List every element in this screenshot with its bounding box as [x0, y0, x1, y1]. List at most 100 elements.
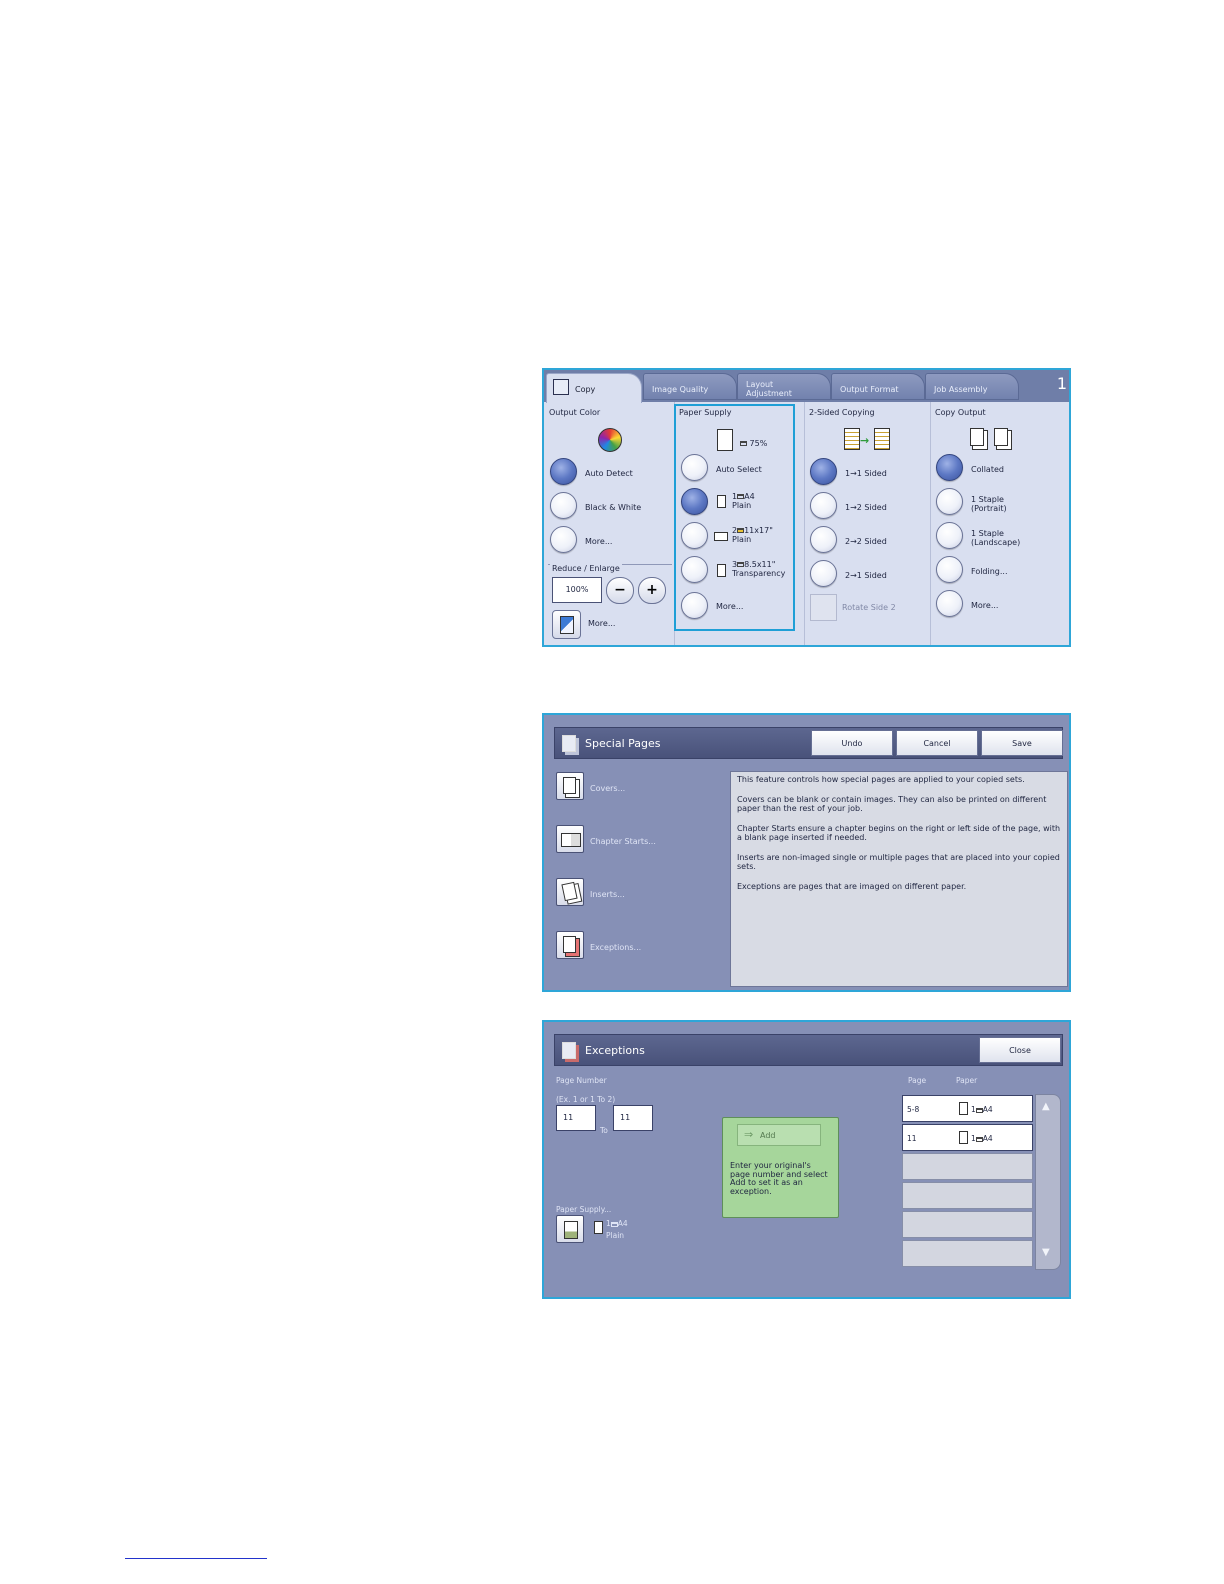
info-paragraph: Chapter Starts ensure a chapter begins o… [737, 823, 1061, 843]
staple-landscape-radio[interactable] [936, 522, 963, 549]
copy-icon [553, 379, 569, 395]
scroll-down-icon[interactable]: ▼ [1042, 1247, 1050, 1258]
enlarge-button[interactable]: + [638, 577, 666, 604]
folding-radio[interactable] [936, 556, 963, 583]
output-color-heading: Output Color [549, 408, 601, 417]
output-more-label: More... [971, 601, 999, 610]
copy-screen: Copy Image Quality Layout Adjustment Out… [542, 368, 1071, 647]
output-more-radio[interactable] [936, 590, 963, 617]
table-row [902, 1182, 1033, 1209]
collate-icon [994, 428, 1008, 446]
tab-number: 1 [1056, 374, 1067, 393]
exceptions-icon [563, 936, 576, 953]
info-paragraph: Exceptions are pages that are imaged on … [737, 881, 967, 891]
resize-icon [560, 616, 574, 634]
from-page-field[interactable]: 11 [556, 1105, 596, 1131]
info-panel: This feature controls how special pages … [730, 771, 1068, 987]
exceptions-button[interactable] [556, 931, 584, 959]
arrow-right-icon: → [860, 434, 870, 447]
black-white-label: Black & White [585, 503, 642, 512]
reduce-button[interactable]: − [606, 577, 634, 604]
color-more-radio[interactable] [550, 526, 577, 553]
page-number-example: (Ex. 1 or 1 To 2) [556, 1095, 616, 1104]
tray-icon [975, 1136, 983, 1142]
collated-radio[interactable] [936, 454, 963, 481]
table-row [902, 1211, 1033, 1238]
inserts-label: Inserts... [590, 890, 625, 899]
scroll-up-icon[interactable]: ▲ [1042, 1101, 1050, 1112]
auto-detect-radio[interactable] [550, 458, 577, 485]
tab-bar: Copy Image Quality Layout Adjustment Out… [544, 370, 1069, 403]
auto-detect-label: Auto Detect [585, 469, 633, 478]
portrait-paper-icon [959, 1102, 968, 1115]
add-help-text: Enter your original's page number and se… [730, 1161, 828, 1196]
two-sided-heading: 2-Sided Copying [809, 408, 875, 417]
inserts-button[interactable] [556, 878, 584, 906]
two-to-two-radio[interactable] [810, 526, 837, 553]
to-label: To [600, 1126, 608, 1135]
rotate-side-2-checkbox[interactable] [810, 594, 837, 621]
one-to-two-radio[interactable] [810, 492, 837, 519]
exceptions-screen: Exceptions Close Page Number (Ex. 1 or 1… [542, 1020, 1071, 1299]
save-button[interactable]: Save [981, 730, 1063, 756]
portrait-paper-icon [594, 1221, 603, 1234]
row-page: 5-8 [907, 1105, 920, 1114]
tab-layout-adjustment[interactable]: Layout Adjustment [737, 373, 831, 400]
tab-output-format[interactable]: Output Format [831, 373, 925, 400]
info-paragraph: This feature controls how special pages … [737, 775, 1025, 784]
chapter-starts-button[interactable] [556, 825, 584, 853]
table-row [902, 1240, 1033, 1267]
table-row[interactable]: 11 1 A4 [902, 1124, 1033, 1151]
add-label: Add [760, 1131, 776, 1140]
exceptions-icon [562, 1042, 576, 1059]
covers-icon [563, 777, 576, 794]
dialog-title: Special Pages [585, 737, 661, 750]
paper-supply-button[interactable] [556, 1215, 584, 1243]
footer-rule [125, 1558, 267, 1559]
special-pages-icon [562, 735, 576, 752]
scrollbar[interactable]: ▲ ▼ [1035, 1094, 1061, 1270]
reduce-enlarge-field[interactable]: 100% [552, 577, 602, 603]
two-to-two-label: 2→2 Sided [845, 537, 887, 546]
dialog-title: Exceptions [585, 1044, 645, 1057]
duplex-output-icon [874, 428, 890, 450]
folding-label: Folding... [971, 567, 1008, 576]
two-to-one-radio[interactable] [810, 560, 837, 587]
tray-icon [975, 1107, 983, 1113]
close-button[interactable]: Close [979, 1037, 1061, 1063]
undo-button[interactable]: Undo [811, 730, 893, 756]
tab-job-assembly[interactable]: Job Assembly [925, 373, 1019, 400]
table-row[interactable]: 5-8 1 A4 [902, 1095, 1033, 1122]
one-to-one-radio[interactable] [810, 458, 837, 485]
tab-label: Copy [575, 385, 596, 394]
row-paper: 1 A4 [971, 1134, 993, 1143]
black-white-radio[interactable] [550, 492, 577, 519]
tab-label: Job Assembly [934, 385, 988, 394]
table-row [902, 1153, 1033, 1180]
staple-portrait-label: 1 Staple (Portrait) [971, 495, 1007, 513]
paper-supply-value: 1 A4 Plain [606, 1219, 628, 1240]
one-to-one-label: 1→1 Sided [845, 469, 887, 478]
output-color-column: Output Color Auto Detect Black & White M… [544, 402, 674, 645]
color-wheel-icon [598, 428, 622, 452]
cancel-button[interactable]: Cancel [896, 730, 978, 756]
add-panel: ⇒ Add Enter your original's page number … [722, 1117, 839, 1218]
tab-copy[interactable]: Copy [546, 373, 642, 403]
page-column-header: Page [908, 1076, 927, 1085]
staple-portrait-radio[interactable] [936, 488, 963, 515]
rotate-side-2-label: Rotate Side 2 [842, 603, 896, 612]
covers-button[interactable] [556, 772, 584, 800]
row-page: 11 [907, 1134, 917, 1143]
portrait-paper-icon [959, 1131, 968, 1144]
to-page-field[interactable]: 11 [613, 1105, 653, 1131]
inserts-icon [561, 881, 578, 902]
reduce-enlarge-more-label: More... [588, 619, 616, 628]
reduce-enlarge-more-button[interactable] [552, 610, 581, 639]
tab-image-quality[interactable]: Image Quality [643, 373, 737, 400]
tab-label: Output Format [840, 385, 899, 394]
covers-label: Covers... [590, 784, 626, 793]
add-button[interactable]: ⇒ Add [737, 1124, 821, 1146]
page-number-label: Page Number [556, 1076, 607, 1085]
one-to-two-label: 1→2 Sided [845, 503, 887, 512]
tab-label: Layout Adjustment [746, 380, 792, 398]
